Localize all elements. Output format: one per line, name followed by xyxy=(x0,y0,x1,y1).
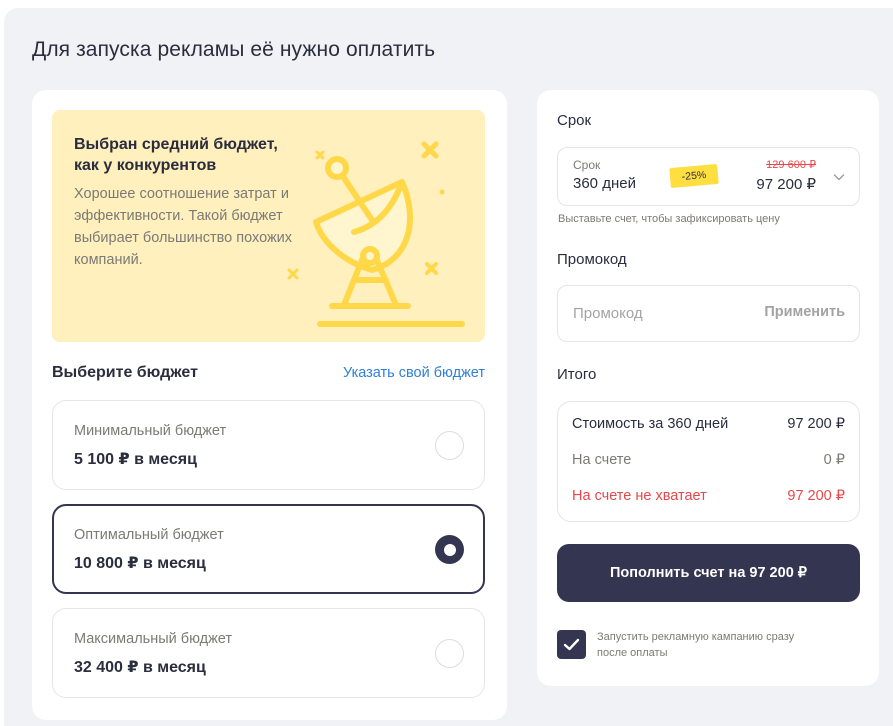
promo-banner: Выбран средний бюджет, как у конкурентов… xyxy=(52,110,485,342)
budget-option-value: 10 800 ₽ в месяц xyxy=(74,555,206,572)
radio-button[interactable] xyxy=(435,639,464,668)
budget-header: Выберите бюджет Указать свой бюджет xyxy=(52,364,485,388)
total-row-value: 97 200 ₽ xyxy=(787,416,845,432)
promo-text: Хорошее соотношение затрат и эффективнос… xyxy=(74,186,293,268)
total-row-balance: На счете 0 ₽ xyxy=(572,452,845,472)
budget-option-value: 32 400 ₽ в месяц xyxy=(74,659,206,676)
budget-option-value: 5 100 ₽ в месяц xyxy=(74,451,197,468)
radio-button-selected[interactable] xyxy=(435,535,464,564)
promo-title: Выбран средний бюджет, как у конкурентов xyxy=(74,136,278,174)
term-value: 360 дней xyxy=(573,175,636,192)
promocode-section-title: Промокод xyxy=(557,251,627,268)
payment-page: Для запуска рекламы её нужно оплатить Вы… xyxy=(4,8,893,726)
checkmark-icon xyxy=(563,638,580,651)
budget-option-maximal[interactable]: Максимальный бюджет 32 400 ₽ в месяц xyxy=(52,608,485,698)
chevron-down-icon xyxy=(833,174,845,181)
term-label: Срок xyxy=(573,158,601,172)
total-row-label: На счете не хватает xyxy=(572,488,707,504)
total-row-cost: Стоимость за 360 дней 97 200 ₽ xyxy=(572,416,845,436)
term-hint: Выставьте счет, чтобы зафиксировать цену xyxy=(558,213,780,225)
payment-card: Срок Срок 360 дней -25% 129 600 ₽ 97 200… xyxy=(537,90,879,686)
top-up-button[interactable]: Пополнить счет на 97 200 ₽ xyxy=(557,544,860,602)
total-row-label: На счете xyxy=(572,452,632,468)
page-title: Для запуска рекламы её нужно оплатить xyxy=(32,38,436,61)
total-summary: Стоимость за 360 дней 97 200 ₽ На счете … xyxy=(557,401,860,522)
promocode-field: Применить xyxy=(557,285,860,342)
budget-option-minimal[interactable]: Минимальный бюджет 5 100 ₽ в месяц xyxy=(52,400,485,490)
discount-badge: -25% xyxy=(669,163,719,189)
new-price: 97 200 ₽ xyxy=(756,176,816,193)
total-row-shortage: На счете не хватает 97 200 ₽ xyxy=(572,488,845,508)
custom-budget-link[interactable]: Указать свой бюджет xyxy=(343,365,485,381)
term-section-title: Срок xyxy=(557,112,592,129)
promocode-input[interactable] xyxy=(559,287,759,340)
radio-button[interactable] xyxy=(435,431,464,460)
total-row-value: 0 ₽ xyxy=(823,452,845,468)
budget-option-label: Минимальный бюджет xyxy=(74,423,227,439)
satellite-dish-icon xyxy=(287,141,465,327)
autostart-checkbox[interactable] xyxy=(557,630,586,659)
budget-option-label: Максимальный бюджет xyxy=(74,631,233,647)
budget-title: Выберите бюджет xyxy=(52,364,198,381)
autostart-label: Запустить рекламную кампанию сразу после… xyxy=(597,631,795,659)
apply-promocode-button[interactable]: Применить xyxy=(764,304,845,320)
total-section-title: Итого xyxy=(557,366,597,383)
budget-option-label: Оптимальный бюджет xyxy=(74,527,224,543)
total-row-value: 97 200 ₽ xyxy=(787,488,845,504)
total-row-label: Стоимость за 360 дней xyxy=(572,416,729,432)
term-select[interactable]: Срок 360 дней -25% 129 600 ₽ 97 200 ₽ xyxy=(557,147,860,206)
old-price: 129 600 ₽ xyxy=(766,159,816,171)
budget-card: Выбран средний бюджет, как у конкурентов… xyxy=(32,90,507,720)
budget-option-optimal[interactable]: Оптимальный бюджет 10 800 ₽ в месяц xyxy=(52,504,485,594)
